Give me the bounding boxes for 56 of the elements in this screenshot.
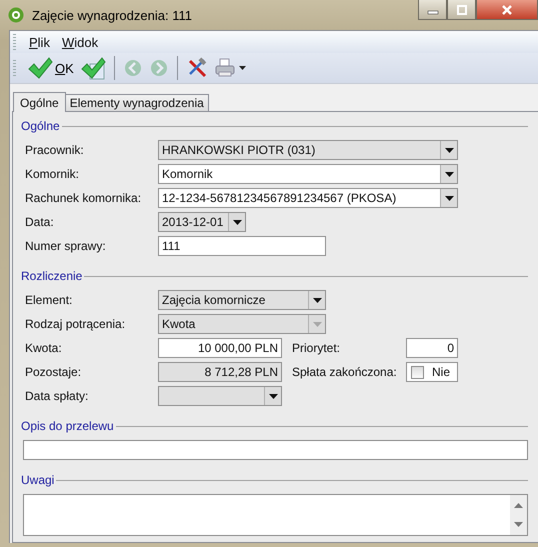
field-label: Spłata zakończona: <box>292 365 398 379</box>
caret-icon <box>312 322 322 326</box>
input-field[interactable]: 111 <box>158 236 326 256</box>
caret-icon <box>268 394 278 398</box>
caret-icon <box>444 172 454 176</box>
section-title: Ogólne <box>21 119 61 133</box>
scroll-down-icon[interactable] <box>514 522 523 527</box>
menu-item[interactable]: Widok <box>56 34 106 50</box>
minimize-button[interactable] <box>418 0 447 20</box>
section-title: Rozliczenie <box>21 269 84 283</box>
checkbox[interactable] <box>411 366 424 378</box>
field-label: Element: <box>25 293 74 307</box>
ok-label: OK <box>55 60 74 76</box>
dropdown-field[interactable] <box>158 386 282 406</box>
field-label: Rachunek komornika: <box>25 191 142 205</box>
close-button[interactable] <box>476 0 538 20</box>
field-label: Pozostaje: <box>25 365 82 379</box>
input-field[interactable]: 0 <box>406 338 458 358</box>
scrollbar[interactable] <box>510 495 527 535</box>
caret-icon <box>444 196 454 200</box>
input-field[interactable]: 10 000,00 PLN <box>158 338 282 358</box>
section-title: Uwagi <box>21 473 56 487</box>
caret-icon <box>312 298 322 302</box>
field-label: Komornik: <box>25 167 80 181</box>
section-title: Opis do przelewu <box>21 419 115 433</box>
field-label: Data spłaty: <box>25 389 90 403</box>
dropdown-field[interactable]: Zajęcia komornicze <box>158 290 326 310</box>
input-field[interactable] <box>23 440 528 460</box>
maximize-icon <box>456 4 468 14</box>
maximize-button[interactable] <box>447 0 476 20</box>
field-label: Pracownik: <box>25 143 85 157</box>
dropdown-field[interactable]: Komornik <box>158 164 458 184</box>
app-icon <box>8 7 24 23</box>
text-area[interactable] <box>23 494 528 536</box>
printer-icon <box>214 57 248 79</box>
close-icon <box>501 4 513 14</box>
caret-icon <box>444 148 454 152</box>
field-label: Kwota: <box>25 341 63 355</box>
window-title: Zajęcie wynagrodzenia: 111 <box>32 8 192 22</box>
field-label: Numer sprawy: <box>25 239 107 253</box>
dropdown-field[interactable]: 12-1234-56781234567891234567 (PKOSA) <box>158 188 458 208</box>
checkmark-icon <box>27 56 53 80</box>
checkbox-label: Nie <box>432 365 450 379</box>
tab[interactable]: Elementy wynagrodzenia <box>64 94 209 111</box>
tab[interactable]: Ogólne <box>13 92 66 112</box>
ok-button[interactable]: OK <box>24 54 77 82</box>
scroll-up-icon[interactable] <box>514 503 523 508</box>
dropdown-field[interactable]: 2013-12-01 <box>158 212 246 232</box>
menu-item[interactable]: Plik <box>24 34 57 50</box>
field-label: Priorytet: <box>292 341 342 355</box>
dropdown-field[interactable]: HRANKOWSKI PIOTR (031) <box>158 140 458 160</box>
field-label: Data: <box>25 215 55 229</box>
checkmark-page-icon <box>80 56 106 80</box>
field-label: Rodzaj potrącenia: <box>25 317 126 331</box>
caret-icon <box>232 220 242 224</box>
input-field[interactable]: 8 712,28 PLN <box>158 362 282 382</box>
